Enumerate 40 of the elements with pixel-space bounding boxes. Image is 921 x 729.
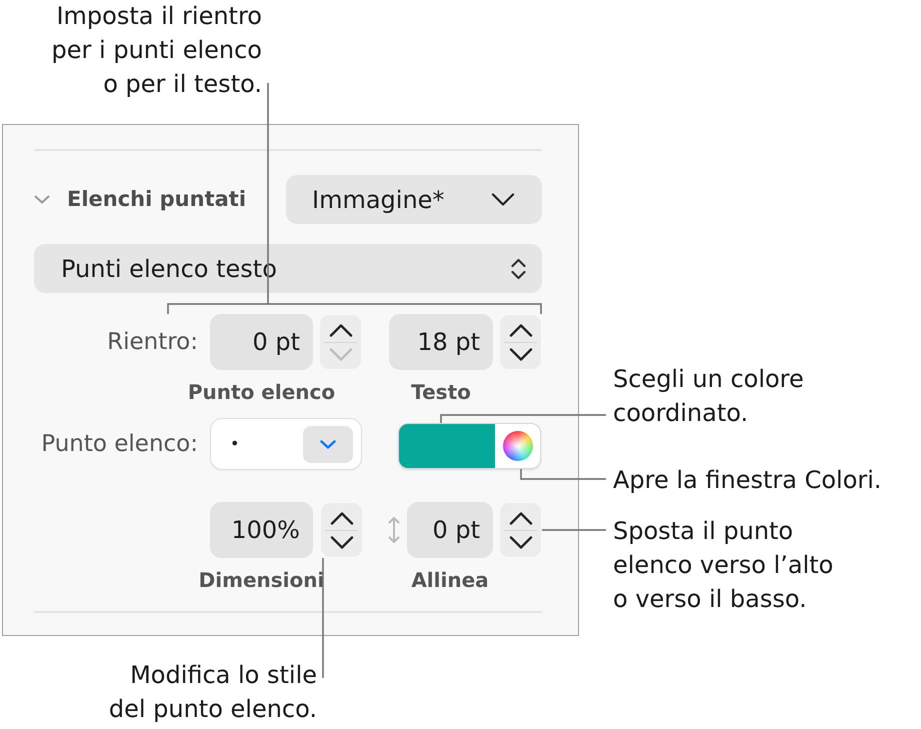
chevron-down-icon	[491, 193, 515, 206]
bullet-type-dropdown[interactable]: Immagine*	[286, 175, 542, 224]
chevron-up-icon[interactable]	[330, 512, 354, 524]
callout-text: Apre la finestra Colori.	[613, 465, 882, 496]
up-down-chevron-icon	[511, 258, 526, 280]
section-title: Elenchi puntati	[67, 186, 246, 213]
chevron-down-icon[interactable]	[508, 348, 532, 360]
stepper[interactable]	[321, 503, 362, 557]
value-field[interactable]: 100%	[210, 502, 313, 558]
field-caption: Testo	[411, 380, 471, 404]
chevron-up-icon[interactable]	[508, 324, 532, 336]
value-field[interactable]: 18 pt	[389, 314, 493, 370]
callout-text: Modifica lo stile del punto elenco.	[108, 660, 317, 725]
vertical-arrow-icon	[388, 516, 400, 544]
callout-text: Sposta il punto elenco verso l’alto o verso il basso.	[613, 516, 834, 615]
bullet-glyph: •	[230, 433, 240, 455]
callout-text: Imposta il rientro per i punti elenco o per il testo.	[52, 1, 262, 100]
chevron-down-icon[interactable]	[508, 536, 532, 548]
field-caption: Allinea	[411, 568, 489, 592]
stepper[interactable]	[500, 315, 541, 369]
bullet-picker[interactable]: •	[210, 418, 362, 470]
color-swatch[interactable]	[399, 424, 495, 468]
dropdown-button[interactable]	[303, 426, 353, 462]
color-wheel-icon[interactable]	[502, 431, 532, 461]
chevron-up-icon[interactable]	[508, 512, 532, 524]
callout-text: Scegli un colore coordinato.	[613, 364, 804, 429]
field-label: Punto elenco:	[40, 430, 198, 459]
bullet-style-popup[interactable]: Punti elenco testo	[34, 244, 542, 293]
value-field[interactable]: 0 pt	[210, 314, 313, 370]
chevron-down-icon	[320, 440, 336, 448]
leader-line	[542, 529, 606, 531]
value-field[interactable]: 0 pt	[407, 502, 493, 558]
disclosure-chevron-icon[interactable]	[34, 195, 50, 204]
stepper[interactable]	[320, 315, 361, 369]
stepper[interactable]	[500, 503, 541, 557]
color-well[interactable]	[398, 423, 541, 469]
chevron-up-icon[interactable]	[328, 324, 352, 336]
chevron-down-icon[interactable]	[330, 536, 354, 548]
field-label: Rientro:	[106, 328, 198, 357]
field-caption: Punto elenco	[188, 380, 336, 404]
